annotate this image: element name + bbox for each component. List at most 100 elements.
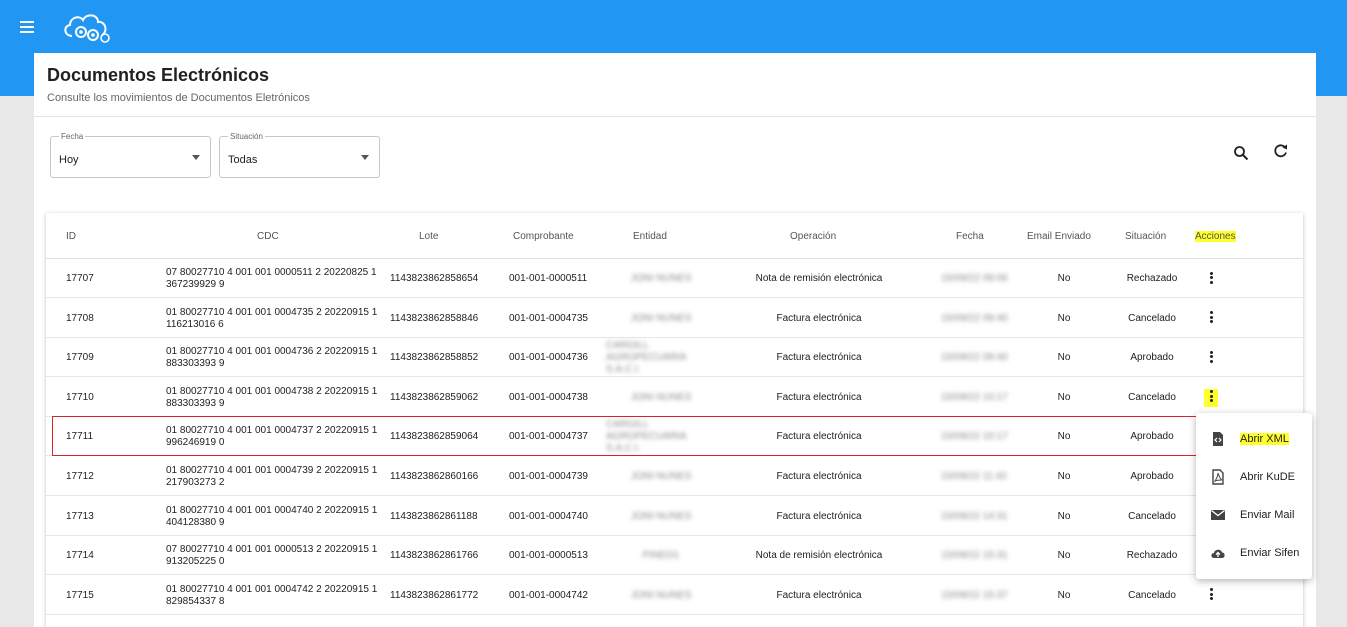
cell-operacion: Factura electrónica xyxy=(776,471,862,482)
situacion-select[interactable]: Situación Todas xyxy=(219,132,380,178)
menu-item-label: Abrir KuDE xyxy=(1240,471,1296,483)
cell-lote: 1143823862861766 xyxy=(390,550,479,562)
cdc-line-2: 217903273 2 xyxy=(166,477,225,488)
main-card: Documentos Electrónicos Consulte los mov… xyxy=(34,53,1316,627)
table-row[interactable]: 17708 1143823862858846 001-001-0004735 Fact… xyxy=(46,299,1303,338)
hamburger-menu-icon[interactable] xyxy=(20,21,38,39)
table-row[interactable]: 17707 1143823862858654 001-001-0000511 Nota… xyxy=(46,259,1303,298)
cell-lote: 1143823862858852 xyxy=(390,352,479,364)
menu-item-abrir-xml[interactable]: Abrir XML xyxy=(1196,420,1312,458)
cell-operacion: Nota de remisión electrónica xyxy=(755,273,883,284)
menu-item-abrir-kude[interactable]: Abrir KuDE xyxy=(1196,458,1312,496)
header-email-enviado[interactable]: Email Enviado xyxy=(1027,231,1091,242)
cell-fecha: 15/09/22 09:40 xyxy=(941,312,1008,324)
cdc-line-1: 01 80027710 4 001 001 0004738 2 20220915… xyxy=(166,385,378,397)
xml-file-icon xyxy=(1213,432,1223,446)
cell-email-enviado: No xyxy=(1057,589,1071,601)
cell-situacion: Cancelado xyxy=(1128,312,1176,324)
cell-id: 17710 xyxy=(66,391,94,403)
header-operacion[interactable]: Operación xyxy=(790,231,836,242)
cell-entidad: JONI NUNES xyxy=(630,273,692,284)
table-row[interactable]: 17715 1143823862861772 001-001-0004742 Fact… xyxy=(46,576,1303,615)
cdc-line-2: 829854337 8 xyxy=(166,595,225,607)
fecha-value: Hoy xyxy=(59,154,79,166)
fecha-select[interactable]: Fecha Hoy xyxy=(50,132,211,178)
cell-lote: 1143823862861772 xyxy=(390,589,479,601)
header-comprobante[interactable]: Comprobante xyxy=(513,231,574,242)
menu-item-enviar-sifen[interactable]: Enviar Sifen xyxy=(1196,534,1312,572)
row-actions-menu: Abrir XML Abrir KuDE Enviar Mail Enviar … xyxy=(1196,413,1312,579)
header-situacion[interactable]: Situación xyxy=(1125,231,1166,242)
cell-cdc: 01 80027710 4 001 001 0004739 2 20220915… xyxy=(166,465,384,489)
cell-id: 17715 xyxy=(66,589,94,601)
cell-situacion: Cancelado xyxy=(1128,589,1176,601)
header-fecha[interactable]: Fecha xyxy=(956,231,984,242)
page-header: Documentos Electrónicos Consulte los mov… xyxy=(34,53,1316,117)
table-row[interactable]: 17709 1143823862858852 001-001-0004736 Fact… xyxy=(46,338,1303,378)
cell-id: 17713 xyxy=(66,510,94,522)
search-icon[interactable] xyxy=(1233,145,1249,161)
cell-lote: 1143823862861188 xyxy=(390,510,478,522)
more-vert-icon[interactable] xyxy=(1204,310,1218,328)
cell-id: 17711 xyxy=(66,431,94,443)
header-cdc[interactable]: CDC xyxy=(257,231,279,242)
cell-operacion: Factura electrónica xyxy=(776,431,862,443)
cdc-line-2: 404128380 9 xyxy=(166,516,225,528)
cell-email-enviado: No xyxy=(1057,471,1071,482)
cell-id: 17707 xyxy=(66,273,94,284)
cloud-gears-logo xyxy=(64,14,110,43)
cell-fecha: 15/09/22 11:42 xyxy=(941,471,1007,482)
cdc-line-1: 07 80027710 4 001 001 0000513 2 20220915… xyxy=(166,544,378,556)
cell-comprobante: 001-001-0000513 xyxy=(509,550,588,562)
mail-icon xyxy=(1211,509,1225,520)
cell-email-enviado: No xyxy=(1057,352,1071,364)
cdc-line-1: 01 80027710 4 001 001 0004737 2 20220915… xyxy=(166,425,378,437)
cell-fecha: 15/09/22 15:37 xyxy=(941,589,1008,601)
cdc-line-1: 01 80027710 4 001 001 0004736 2 20220915… xyxy=(166,346,378,358)
table-row[interactable]: 17714 1143823862861766 001-001-0000513 Nota… xyxy=(46,536,1303,576)
cell-email-enviado: No xyxy=(1057,431,1071,443)
cell-operacion: Factura electrónica xyxy=(776,510,862,522)
cell-lote: 1143823862858846 xyxy=(390,312,479,324)
cell-situacion: Rechazado xyxy=(1126,273,1178,284)
table-row[interactable]: 17710 1143823862859062 001-001-0004738 Fact… xyxy=(46,378,1303,417)
cell-situacion: Aprobado xyxy=(1130,431,1174,443)
cell-id: 17708 xyxy=(66,312,94,324)
header-entidad[interactable]: Entidad xyxy=(633,231,667,242)
cell-fecha: 15/09/22 14:31 xyxy=(941,510,1008,522)
more-vert-icon[interactable] xyxy=(1204,388,1218,407)
cdc-line-1: 01 80027710 4 001 001 0004735 2 20220915… xyxy=(166,306,378,318)
page-title: Documentos Electrónicos xyxy=(47,65,270,85)
cell-operacion: Factura electrónica xyxy=(776,352,862,364)
more-vert-icon[interactable] xyxy=(1204,349,1218,367)
menu-item-label: Abrir XML xyxy=(1240,433,1289,445)
header-acciones: Acciones xyxy=(1195,231,1236,242)
table-row[interactable]: 17712 1143823862860166 001-001-0004739 Fact… xyxy=(46,457,1303,496)
table-row[interactable]: 17711 1143823862859064 001-001-0004737 Fact… xyxy=(46,417,1303,457)
cdc-line-1: 01 80027710 4 001 001 0004740 2 20220915… xyxy=(166,504,378,516)
header-lote[interactable]: Lote xyxy=(419,231,438,242)
cdc-line-2: 883303393 9 xyxy=(166,397,225,409)
cell-comprobante: 001-001-0004735 xyxy=(509,312,588,324)
cell-fecha: 15/09/22 09:06 xyxy=(941,273,1008,284)
more-vert-icon[interactable] xyxy=(1204,587,1218,605)
cell-cdc: 01 80027710 4 001 001 0004735 2 20220915… xyxy=(166,307,384,331)
cell-lote: 1143823862859062 xyxy=(390,391,479,403)
header-id[interactable]: ID xyxy=(66,231,76,242)
refresh-icon[interactable] xyxy=(1273,143,1289,159)
cell-operacion: Factura electrónica xyxy=(776,391,862,403)
cell-cdc: 01 80027710 4 001 001 0004737 2 20220915… xyxy=(166,425,384,449)
chevron-down-icon xyxy=(192,155,200,160)
cell-email-enviado: No xyxy=(1057,550,1071,562)
cell-entidad: JONI NUNES xyxy=(630,391,692,403)
documents-table: ID CDC Lote Comprobante Entidad Operació… xyxy=(46,213,1303,627)
situacion-label: Situación xyxy=(228,132,265,141)
cdc-line-1: 01 80027710 4 001 001 0004739 2 20220915… xyxy=(166,465,378,476)
cdc-line-2: 116213016 6 xyxy=(166,318,224,330)
cell-email-enviado: No xyxy=(1057,391,1071,403)
table-row[interactable]: 17713 1143823862861188 001-001-0004740 Fact… xyxy=(46,497,1303,536)
more-vert-icon[interactable] xyxy=(1204,270,1218,288)
menu-item-enviar-mail[interactable]: Enviar Mail xyxy=(1196,496,1312,534)
cell-entidad: JONI NUNES xyxy=(630,589,692,601)
cell-cdc: 01 80027710 4 001 001 0004742 2 20220915… xyxy=(166,584,384,608)
